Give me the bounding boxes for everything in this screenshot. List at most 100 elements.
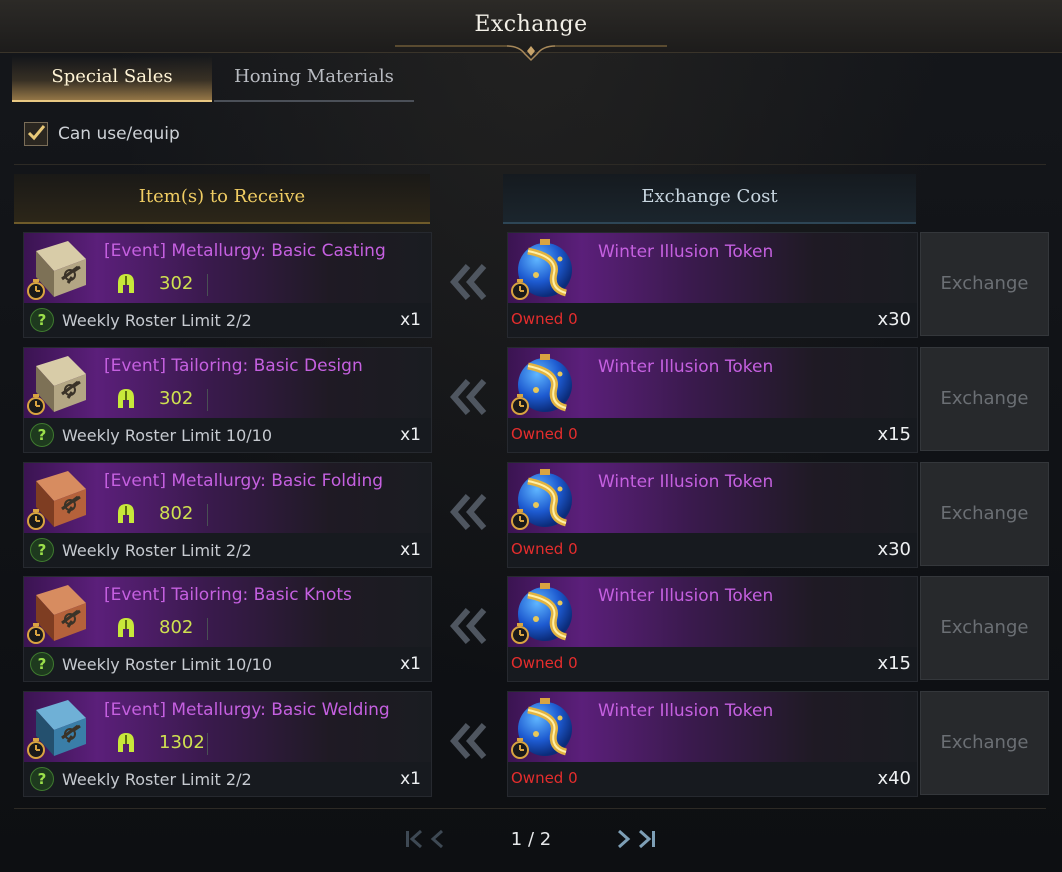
prev-page-icon[interactable] bbox=[426, 828, 448, 850]
token-name: Winter Illusion Token bbox=[598, 242, 774, 262]
receive-item-slot[interactable]: [Event] Metallurgy: Basic Welding 1302 ?… bbox=[23, 691, 432, 797]
header-items-to-receive: Item(s) to Receive bbox=[14, 174, 430, 224]
item-quantity: x1 bbox=[400, 769, 421, 789]
tab-special-sales[interactable]: Special Sales bbox=[12, 56, 212, 102]
header-exchange-cost: Exchange Cost bbox=[503, 174, 916, 224]
owned-count: Owned 0 bbox=[511, 769, 578, 787]
exchange-button[interactable]: Exchange bbox=[920, 462, 1049, 566]
receive-item-header: [Event] Tailoring: Basic Knots 802 bbox=[24, 577, 431, 647]
receive-item-header: [Event] Tailoring: Basic Design 302 bbox=[24, 348, 431, 418]
cost-item-header: Winter Illusion Token bbox=[508, 577, 917, 647]
receive-item-slot[interactable]: [Event] Tailoring: Basic Knots 802 ? Wee… bbox=[23, 576, 432, 682]
cost-quantity: x30 bbox=[877, 539, 911, 560]
checkmark-icon bbox=[27, 125, 46, 141]
item-level: 802 bbox=[159, 503, 194, 524]
weekly-limit: Weekly Roster Limit 10/10 bbox=[62, 655, 272, 674]
divider bbox=[14, 808, 1046, 809]
exchange-button[interactable]: Exchange bbox=[920, 691, 1049, 795]
cost-item-slot[interactable]: Winter Illusion Token Owned 0 x15 bbox=[507, 347, 918, 453]
double-chevron-left-icon bbox=[450, 723, 487, 759]
timer-icon bbox=[27, 623, 45, 644]
question-icon[interactable]: ? bbox=[30, 538, 54, 562]
page-indicator: 1 / 2 bbox=[510, 829, 552, 850]
can-use-filter[interactable]: Can use/equip bbox=[24, 121, 180, 147]
item-name: [Event] Tailoring: Basic Design bbox=[104, 356, 363, 376]
last-page-icon[interactable] bbox=[636, 828, 658, 850]
exchange-button[interactable]: Exchange bbox=[920, 347, 1049, 451]
helmet-icon bbox=[118, 389, 134, 408]
divider bbox=[14, 164, 1046, 165]
question-icon[interactable]: ? bbox=[30, 652, 54, 676]
double-chevron-left-icon bbox=[450, 494, 487, 530]
cost-item-header: Winter Illusion Token bbox=[508, 233, 917, 303]
item-level: 302 bbox=[159, 273, 194, 294]
timer-icon bbox=[511, 509, 529, 530]
helmet-icon bbox=[118, 504, 134, 523]
receive-item-slot[interactable]: [Event] Tailoring: Basic Design 302 ? We… bbox=[23, 347, 432, 453]
timer-icon bbox=[511, 738, 529, 759]
token-name: Winter Illusion Token bbox=[598, 472, 774, 492]
tab-bar: Special Sales Honing Materials bbox=[12, 56, 1052, 102]
helmet-icon bbox=[118, 274, 134, 293]
weekly-limit: Weekly Roster Limit 10/10 bbox=[62, 426, 272, 445]
double-chevron-left-icon bbox=[450, 608, 487, 644]
timer-icon bbox=[27, 394, 45, 415]
token-name: Winter Illusion Token bbox=[598, 701, 774, 721]
item-name: [Event] Metallurgy: Basic Welding bbox=[104, 700, 390, 720]
pagination: 1 / 2 bbox=[0, 820, 1062, 860]
question-icon[interactable]: ? bbox=[30, 308, 54, 332]
timer-icon bbox=[511, 279, 529, 300]
receive-item-footer: ? Weekly Roster Limit 10/10 x1 bbox=[24, 649, 431, 681]
receive-item-footer: ? Weekly Roster Limit 2/2 x1 bbox=[24, 305, 431, 337]
tab-honing-materials[interactable]: Honing Materials bbox=[214, 56, 414, 102]
receive-item-footer: ? Weekly Roster Limit 2/2 x1 bbox=[24, 764, 431, 796]
first-page-icon[interactable] bbox=[403, 828, 425, 850]
timer-icon bbox=[511, 623, 529, 644]
exchange-window: Exchange Special Sales Honing Materials … bbox=[0, 0, 1062, 872]
receive-item-footer: ? Weekly Roster Limit 10/10 x1 bbox=[24, 420, 431, 452]
receive-item-slot[interactable]: [Event] Metallurgy: Basic Casting 302 ? … bbox=[23, 232, 432, 338]
divider bbox=[207, 389, 208, 411]
exchange-row: [Event] Metallurgy: Basic Welding 1302 ?… bbox=[0, 691, 1062, 799]
owned-count: Owned 0 bbox=[511, 425, 578, 443]
weekly-limit: Weekly Roster Limit 2/2 bbox=[62, 770, 252, 789]
cost-quantity: x30 bbox=[877, 309, 911, 330]
title-bar: Exchange bbox=[0, 0, 1062, 62]
token-name: Winter Illusion Token bbox=[598, 586, 774, 606]
exchange-button[interactable]: Exchange bbox=[920, 232, 1049, 336]
receive-item-header: [Event] Metallurgy: Basic Welding 1302 bbox=[24, 692, 431, 762]
divider bbox=[207, 504, 208, 526]
item-quantity: x1 bbox=[400, 310, 421, 330]
can-use-checkbox[interactable] bbox=[24, 122, 48, 146]
cost-quantity: x15 bbox=[877, 653, 911, 674]
cost-item-slot[interactable]: Winter Illusion Token Owned 0 x30 bbox=[507, 462, 918, 568]
cost-item-slot[interactable]: Winter Illusion Token Owned 0 x40 bbox=[507, 691, 918, 797]
cost-item-slot[interactable]: Winter Illusion Token Owned 0 x15 bbox=[507, 576, 918, 682]
next-page-icon[interactable] bbox=[613, 828, 635, 850]
cost-item-header: Winter Illusion Token bbox=[508, 692, 917, 762]
weekly-limit: Weekly Roster Limit 2/2 bbox=[62, 541, 252, 560]
item-name: [Event] Metallurgy: Basic Casting bbox=[104, 241, 386, 261]
item-quantity: x1 bbox=[400, 540, 421, 560]
cost-item-slot[interactable]: Winter Illusion Token Owned 0 x30 bbox=[507, 232, 918, 338]
question-icon[interactable]: ? bbox=[30, 767, 54, 791]
receive-item-slot[interactable]: [Event] Metallurgy: Basic Folding 802 ? … bbox=[23, 462, 432, 568]
question-icon[interactable]: ? bbox=[30, 423, 54, 447]
item-level: 802 bbox=[159, 617, 194, 638]
timer-icon bbox=[27, 509, 45, 530]
exchange-button[interactable]: Exchange bbox=[920, 576, 1049, 680]
item-quantity: x1 bbox=[400, 425, 421, 445]
exchange-row: [Event] Tailoring: Basic Knots 802 ? Wee… bbox=[0, 576, 1062, 684]
token-name: Winter Illusion Token bbox=[598, 357, 774, 377]
divider bbox=[207, 733, 208, 755]
item-level: 302 bbox=[159, 388, 194, 409]
owned-count: Owned 0 bbox=[511, 540, 578, 558]
double-chevron-left-icon bbox=[450, 264, 487, 300]
cost-item-header: Winter Illusion Token bbox=[508, 463, 917, 533]
item-quantity: x1 bbox=[400, 654, 421, 674]
helmet-icon bbox=[118, 618, 134, 637]
cost-item-header: Winter Illusion Token bbox=[508, 348, 917, 418]
divider bbox=[207, 274, 208, 296]
divider bbox=[207, 618, 208, 640]
owned-count: Owned 0 bbox=[511, 310, 578, 328]
